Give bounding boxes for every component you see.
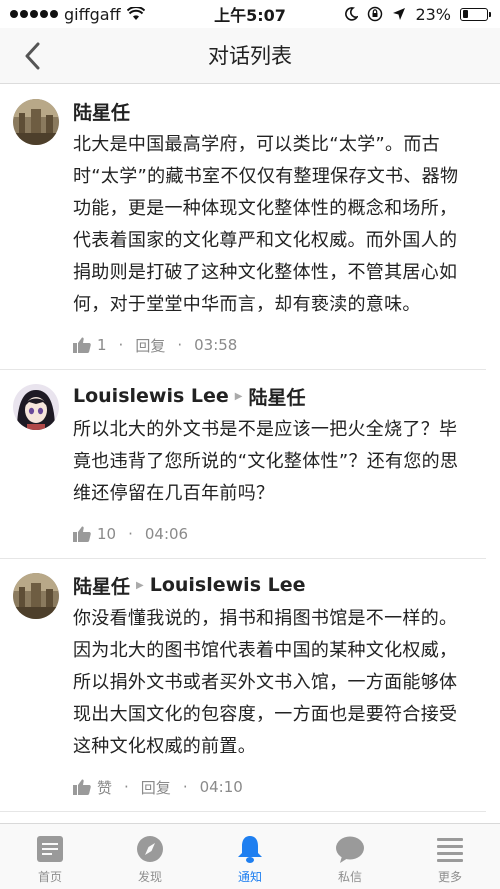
moon-icon xyxy=(345,7,359,21)
avatar[interactable] xyxy=(13,573,59,619)
home-icon xyxy=(37,836,63,862)
comment-header: Louislewis Lee ▶ 陆星任 xyxy=(73,382,472,410)
comment-meta: 10 · 04:06 xyxy=(73,510,472,558)
comment-time: 03:58 xyxy=(194,336,238,354)
reply-to-name[interactable]: 陆星任 xyxy=(248,383,305,410)
separator-dot: · xyxy=(182,778,188,796)
tab-label: 发现 xyxy=(137,870,162,884)
message-icon xyxy=(336,836,364,863)
comment-time: 04:06 xyxy=(144,525,189,543)
more-icon xyxy=(437,838,463,862)
comment-text: 所以北大的外文书是不是应该一把火全烧了？毕竟也违背了您所说的“文化整体性”？还有… xyxy=(73,419,459,504)
reply-to-name[interactable]: Louislewis Lee xyxy=(150,574,306,596)
like-count: 10 xyxy=(97,525,117,543)
conversation-list: 陆星任 北大是中国最高学府，可以类比“太学”。而古时“太学”的藏书室不仅仅有整理… xyxy=(0,85,500,812)
author-name[interactable]: 陆星任 xyxy=(73,572,130,599)
tab-label: 通知 xyxy=(237,870,262,884)
tab-label: 私信 xyxy=(337,870,362,884)
avatar[interactable] xyxy=(13,99,59,145)
tab-bar: 首页 发现 通知 私信 更多 xyxy=(0,823,500,889)
thumbs-up-icon[interactable] xyxy=(73,337,91,353)
like-count: 1 xyxy=(97,336,107,354)
comment-text: 你没看懂我说的，捐书和捐图书馆是不一样的。因为北大的图书馆代表着中国的某种文化权… xyxy=(73,608,458,757)
battery-icon xyxy=(460,7,491,21)
reply-arrow-icon: ▶ xyxy=(136,579,144,591)
comment-item[interactable]: 陆星任 ▶ Louislewis Lee 你没看懂我说的，捐书和捐图书馆是不一样… xyxy=(0,559,486,812)
reply-arrow-icon: ▶ xyxy=(234,390,243,402)
reply-button[interactable]: 回复 xyxy=(135,335,165,356)
author-name[interactable]: 陆星任 xyxy=(73,98,130,125)
avatar[interactable] xyxy=(13,384,59,430)
comment-header: 陆星任 xyxy=(73,97,472,125)
rotation-lock-icon xyxy=(368,6,383,22)
thumbs-up-icon[interactable] xyxy=(73,526,91,542)
status-bar: giffgaff 上午5:07 23% xyxy=(0,0,500,28)
navigation-bar: 对话列表 xyxy=(0,28,500,84)
reply-button[interactable]: 回复 xyxy=(141,777,171,798)
tab-more[interactable]: 更多 xyxy=(400,824,500,889)
bell-icon xyxy=(238,836,262,863)
compass-icon xyxy=(137,836,163,862)
tab-messages[interactable]: 私信 xyxy=(300,824,400,889)
battery-percent: 23% xyxy=(415,4,451,24)
tab-home[interactable]: 首页 xyxy=(0,824,100,889)
tab-discover[interactable]: 发现 xyxy=(100,824,200,889)
separator-dot: · xyxy=(124,778,129,796)
page-title: 对话列表 xyxy=(208,44,292,68)
comment-meta: 1 · 回复 · 03:58 xyxy=(73,321,472,369)
tab-label: 更多 xyxy=(437,870,462,884)
comment-time: 04:10 xyxy=(199,778,243,796)
separator-dot: · xyxy=(118,336,124,354)
author-name[interactable]: Louislewis Lee xyxy=(73,385,229,407)
comment-meta: 赞 · 回复 · 04:10 xyxy=(73,763,472,811)
comment-item[interactable]: 陆星任 北大是中国最高学府，可以类比“太学”。而古时“太学”的藏书室不仅仅有整理… xyxy=(0,85,486,370)
separator-dot: · xyxy=(128,525,133,543)
comment-header: 陆星任 ▶ Louislewis Lee xyxy=(73,571,472,599)
tab-notifications[interactable]: 通知 xyxy=(200,824,300,889)
comment-item[interactable]: Louislewis Lee ▶ 陆星任 所以北大的外文书是不是应该一把火全烧了… xyxy=(0,370,486,559)
location-icon xyxy=(393,8,406,20)
separator-dot: · xyxy=(177,336,183,354)
tab-label: 首页 xyxy=(37,870,62,884)
comment-text: 北大是中国最高学府，可以类比“太学”。而古时“太学”的藏书室不仅仅有整理保存文书… xyxy=(73,134,459,315)
thumbs-up-icon[interactable] xyxy=(73,779,91,795)
like-label[interactable]: 赞 xyxy=(97,777,112,798)
